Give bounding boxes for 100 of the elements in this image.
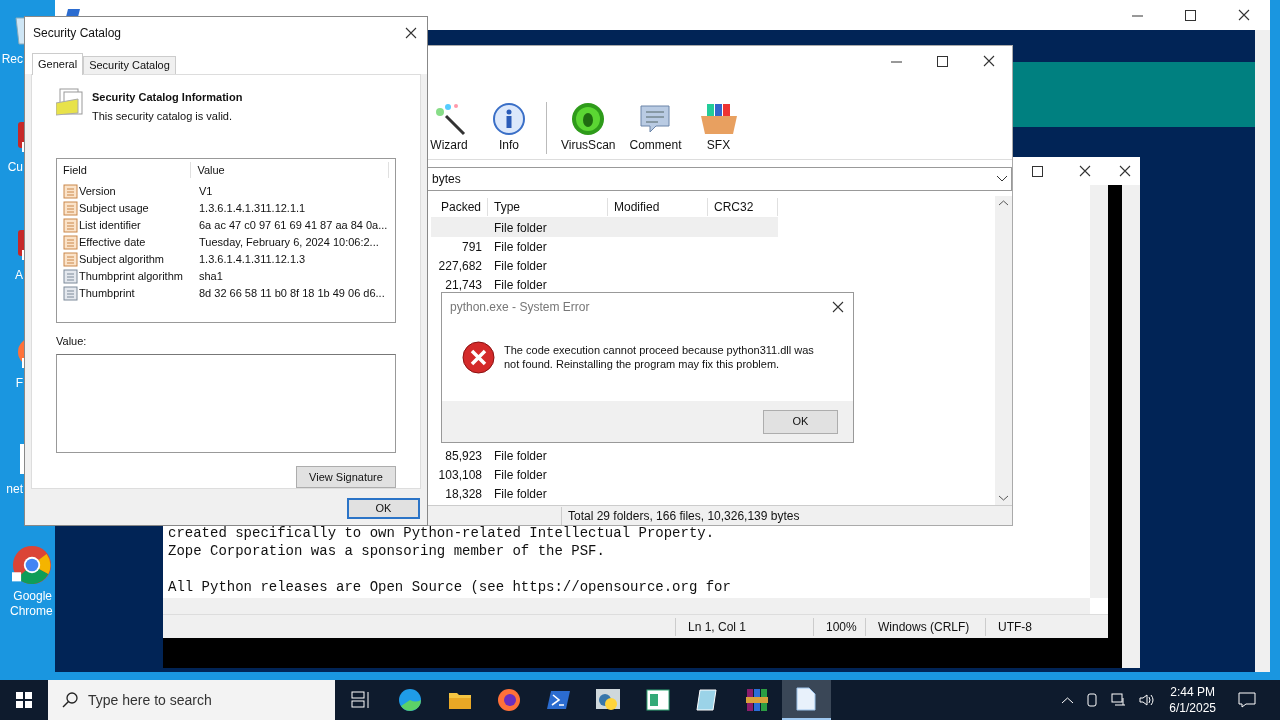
desktop-icon-label: Rec (0, 52, 23, 67)
task-view-icon[interactable] (350, 691, 371, 709)
column-header[interactable]: Value (191, 161, 389, 179)
window-title: Security Catalog (33, 24, 123, 42)
close-icon[interactable] (405, 26, 417, 39)
close-icon[interactable] (1119, 165, 1131, 177)
table-row[interactable]: 18,328 File folder (431, 484, 778, 503)
toolbar-button[interactable]: VirusScan (561, 101, 616, 154)
taskbar-button[interactable] (781, 680, 831, 720)
table-row[interactable]: 21,743 File folder (431, 275, 778, 294)
ok-button[interactable]: OK (347, 498, 420, 519)
table-cell-text: 1.3.6.1.4.1.311.12.1.1 (198, 201, 306, 217)
column-header[interactable]: Modified (608, 197, 708, 216)
chevron-up-icon[interactable] (1062, 696, 1074, 704)
desktop-icon-label: net (5, 482, 23, 497)
table-cell-text: Thumbprint (79, 286, 135, 302)
table-row[interactable]: File folder (431, 218, 778, 237)
window-icon[interactable] (645, 689, 670, 711)
list-document-icon (63, 269, 78, 284)
firefox-icon[interactable] (497, 688, 522, 712)
tab[interactable]: General (32, 53, 84, 75)
table-cell-text: 8d 32 66 58 11 b0 8f 18 1b 49 06 d6... (198, 286, 385, 302)
document-icon (63, 252, 78, 267)
scrollbar[interactable] (1122, 185, 1140, 668)
close-icon[interactable] (1238, 9, 1250, 21)
column-header[interactable]: Packed (431, 197, 488, 216)
toolbar-button[interactable]: Wizard (426, 101, 472, 154)
notebook-icon[interactable] (695, 688, 720, 712)
text-line: created specifically to own Python-related Intellectual Property. (168, 524, 716, 542)
network-icon[interactable] (1111, 693, 1128, 707)
clock-time[interactable]: 2:44 PM (1170, 684, 1215, 700)
notepad-icon[interactable] (796, 687, 817, 711)
table-cell-text: Tuesday, February 6, 2024 10:06:2... (198, 235, 379, 251)
column-header[interactable]: Type (488, 197, 608, 216)
maximize-icon[interactable] (937, 55, 948, 67)
table-row[interactable]: 227,682 File folder (431, 256, 778, 275)
scrollbar[interactable] (1090, 185, 1108, 598)
close-icon[interactable] (832, 301, 844, 313)
document-icon (63, 184, 78, 199)
field-label: Value: (56, 334, 88, 350)
table-cell-text: Version (79, 184, 116, 200)
scrollbar[interactable] (995, 196, 1012, 505)
scrollbar[interactable] (1255, 30, 1270, 672)
clock-date[interactable]: 6/1/2025 (1169, 700, 1216, 716)
table-cell-text: Subject algorithm (79, 252, 164, 268)
maximize-icon[interactable] (1032, 165, 1043, 177)
column-header[interactable]: Field (63, 161, 192, 179)
notification-icon[interactable] (1238, 692, 1256, 708)
speaker-icon[interactable] (1139, 693, 1156, 707)
error-icon (462, 340, 495, 374)
winrar-icon[interactable] (744, 688, 769, 712)
error-message: The code execution cannot proceed because python311.dll was not found. Reinstalling the program may fix this problem. (504, 343, 814, 371)
subtitle: This security catalog is valid. (92, 108, 233, 124)
python-window-icon[interactable] (595, 688, 622, 712)
heading: Security Catalog Information (92, 90, 243, 105)
chevron-down-icon (997, 176, 1007, 182)
document-icon (63, 235, 78, 250)
scroll-down-icon[interactable] (999, 495, 1008, 501)
scroll-up-icon[interactable] (999, 200, 1008, 206)
table-row[interactable]: 103,108 File folder (431, 465, 778, 484)
table-cell-text: List identifier (79, 218, 141, 234)
toolbar-button[interactable]: Info (486, 101, 532, 154)
powershell-icon[interactable] (546, 690, 571, 710)
windows-logo-icon[interactable] (16, 692, 32, 708)
table-cell-text: Subject usage (79, 201, 149, 217)
toolbar-button[interactable]: SFX (695, 101, 742, 154)
table-cell-text: 6a ac 47 c0 97 61 69 41 87 aa 84 0a... (198, 218, 388, 234)
document-icon (63, 218, 78, 233)
certificate-icon (56, 87, 84, 117)
table-cell-text: sha1 (198, 269, 223, 285)
desktop-icon-label: Cu (6, 160, 23, 175)
device-icon[interactable] (1085, 693, 1100, 707)
scrollbar[interactable] (163, 598, 1090, 614)
desktop-icon-label: Google Chrome (10, 589, 52, 619)
table-row[interactable]: 85,923 File folder (431, 446, 778, 465)
ok-button[interactable]: OK (763, 409, 838, 434)
chrome-icon[interactable] (12, 545, 52, 585)
folder-icon[interactable] (447, 690, 472, 710)
value-field[interactable] (56, 353, 396, 453)
view-signature-button[interactable]: View Signature (296, 466, 396, 488)
bug-scan-icon (571, 101, 606, 136)
column-header[interactable]: CRC32 (708, 197, 778, 216)
table-cell-text: Effective date (79, 235, 146, 251)
tab[interactable]: Security Catalog (83, 56, 176, 74)
maximize-icon[interactable] (1185, 9, 1196, 21)
window-title: python.exe - System Error (450, 299, 591, 316)
table-row[interactable]: 791 File folder (431, 237, 778, 256)
toolbar-button[interactable]: Comment (629, 101, 682, 154)
table-cell-text: 1.3.6.1.4.1.311.12.1.3 (198, 252, 306, 268)
text-line: Zope Corporation was a sponsoring member of the PSF. (168, 542, 606, 560)
status-text: Ln 1, Col 1 (675, 617, 813, 636)
edge-icon[interactable] (398, 688, 423, 712)
text-line: All Python releases are Open Source (see https://opensource.org for (168, 578, 732, 596)
search-field[interactable]: Type here to search (48, 680, 335, 720)
status-text: UTF-8 (985, 617, 1065, 636)
status-text: Windows (CRLF) (865, 617, 985, 636)
close-icon[interactable] (983, 55, 995, 67)
close-icon[interactable] (1079, 165, 1091, 177)
books-box-icon (698, 101, 739, 136)
desktop-icon-label: F (14, 376, 23, 391)
